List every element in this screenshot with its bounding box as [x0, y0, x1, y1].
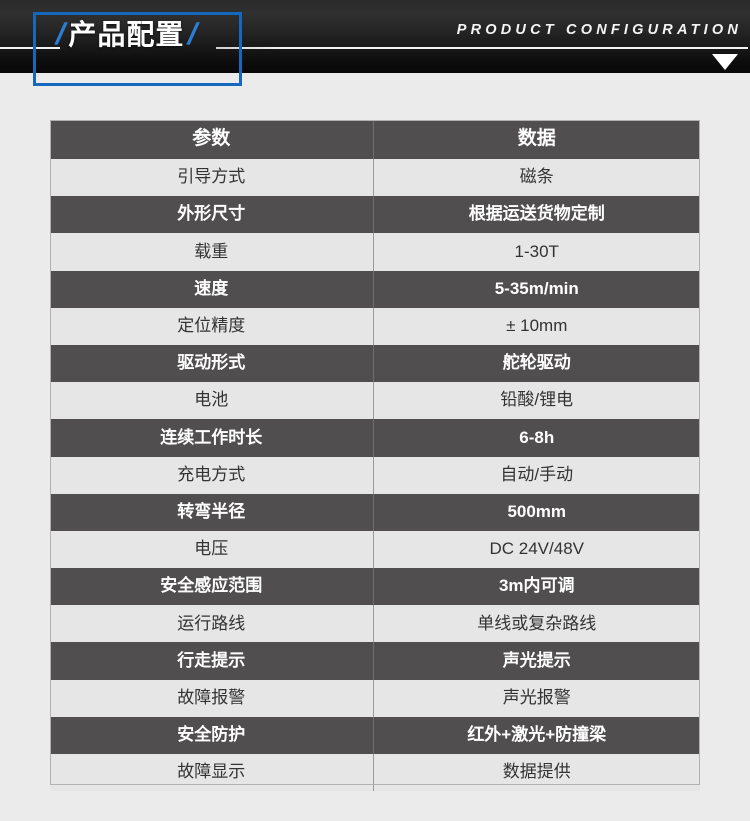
cell-value: 500mm: [507, 501, 567, 521]
slash-right-icon: /: [187, 18, 198, 51]
cell-value: 根据运送货物定制: [468, 204, 605, 224]
table-row: 引导方式 磁条: [50, 159, 700, 197]
page-title: / 产品配置 /: [54, 18, 198, 51]
page-root: / 产品配置 / PRODUCT CONFIGURATION 参数 数据 引导方…: [0, 0, 750, 821]
column-header-data: 数据: [517, 128, 556, 150]
cell-parameter: 速度: [50, 270, 374, 308]
column-header-parameter: 参数: [50, 120, 374, 159]
cell-parameter: 行走提示: [50, 642, 374, 680]
table-row: 充电方式 自动/手动: [50, 456, 700, 494]
cell-value: 声光报警: [502, 687, 571, 707]
table-row: 运行路线 单线或复杂路线: [50, 605, 700, 643]
cell-parameter: 充电方式: [50, 456, 374, 494]
table-row: 驱动形式 舵轮驱动: [50, 344, 700, 383]
cell-parameter: 定位精度: [50, 307, 374, 345]
table-row: 转弯半径 500mm: [50, 493, 700, 531]
cell-parameter: 故障显示: [50, 754, 374, 792]
cell-value: DC 24V/48V: [489, 539, 585, 559]
table-row: 行走提示 声光提示: [50, 642, 700, 680]
table-row: 速度 5-35m/min: [50, 270, 700, 308]
cell-value: ± 10mm: [506, 316, 568, 335]
cell-parameter: 驱动形式: [50, 344, 374, 383]
table-row: 故障显示 数据提供: [50, 754, 700, 792]
cell-parameter: 电压: [50, 530, 374, 569]
table-header-row: 参数 数据: [50, 120, 700, 159]
cell-value: 数据提供: [502, 762, 571, 782]
cell-value: 声光提示: [502, 650, 571, 670]
cell-value: 单线或复杂路线: [477, 613, 597, 633]
table-row: 载重 1-30T: [50, 233, 700, 271]
header-rule-left: [0, 47, 60, 49]
cell-value: 自动/手动: [500, 464, 574, 484]
page-subtitle-english: PRODUCT CONFIGURATION: [456, 22, 742, 38]
table-row: 定位精度 ± 10mm: [50, 307, 700, 345]
cell-parameter: 引导方式: [50, 159, 374, 197]
section-header-banner: / 产品配置 / PRODUCT CONFIGURATION: [0, 0, 750, 73]
cell-value: 6-8h: [519, 427, 555, 447]
triangle-down-icon: [712, 54, 738, 70]
table-row: 连续工作时长 6-8h: [50, 419, 700, 457]
slash-left-icon: /: [54, 18, 66, 51]
cell-parameter: 运行路线: [50, 605, 374, 643]
table-body: 引导方式 磁条外形尺寸 根据运送货物定制载重 1-30T 速度 5-35m/min 定位精度…: [50, 159, 700, 792]
table-row: 电池 铅酸/锂电: [50, 382, 700, 420]
cell-value: 舵轮驱动: [502, 353, 571, 373]
cell-parameter: 连续工作时长: [50, 419, 374, 457]
table-row: 电压 DC 24V/48V: [50, 530, 700, 569]
cell-value: 1-30T: [514, 241, 559, 261]
product-configuration-table: 参数 数据 引导方式 磁条外形尺寸 根据运送货物定制载重 1-30T 速度 5-35m/m…: [50, 120, 700, 792]
cell-parameter: 载重: [50, 233, 374, 271]
cell-parameter: 安全感应范围: [50, 568, 374, 606]
header-rule-right: [216, 47, 748, 49]
table-row: 故障报警 声光报警: [50, 679, 700, 717]
cell-parameter: 电池: [50, 382, 374, 420]
cell-value: 磁条: [519, 167, 554, 187]
table-row: 安全防护 红外+激光+防撞梁: [50, 716, 700, 754]
cell-value: 3m内可调: [498, 576, 575, 596]
table-row: 外形尺寸 根据运送货物定制: [50, 196, 700, 234]
cell-value: 5-35m/min: [494, 278, 579, 298]
cell-value: 铅酸/锂电: [500, 390, 574, 410]
cell-parameter: 外形尺寸: [50, 196, 374, 234]
page-title-text: 产品配置: [68, 19, 185, 50]
cell-parameter: 故障报警: [50, 679, 374, 717]
cell-value: 红外+激光+防撞梁: [467, 725, 607, 745]
cell-parameter: 安全防护: [50, 716, 374, 754]
cell-parameter: 转弯半径: [50, 493, 374, 531]
table-row: 安全感应范围 3m内可调: [50, 568, 700, 606]
